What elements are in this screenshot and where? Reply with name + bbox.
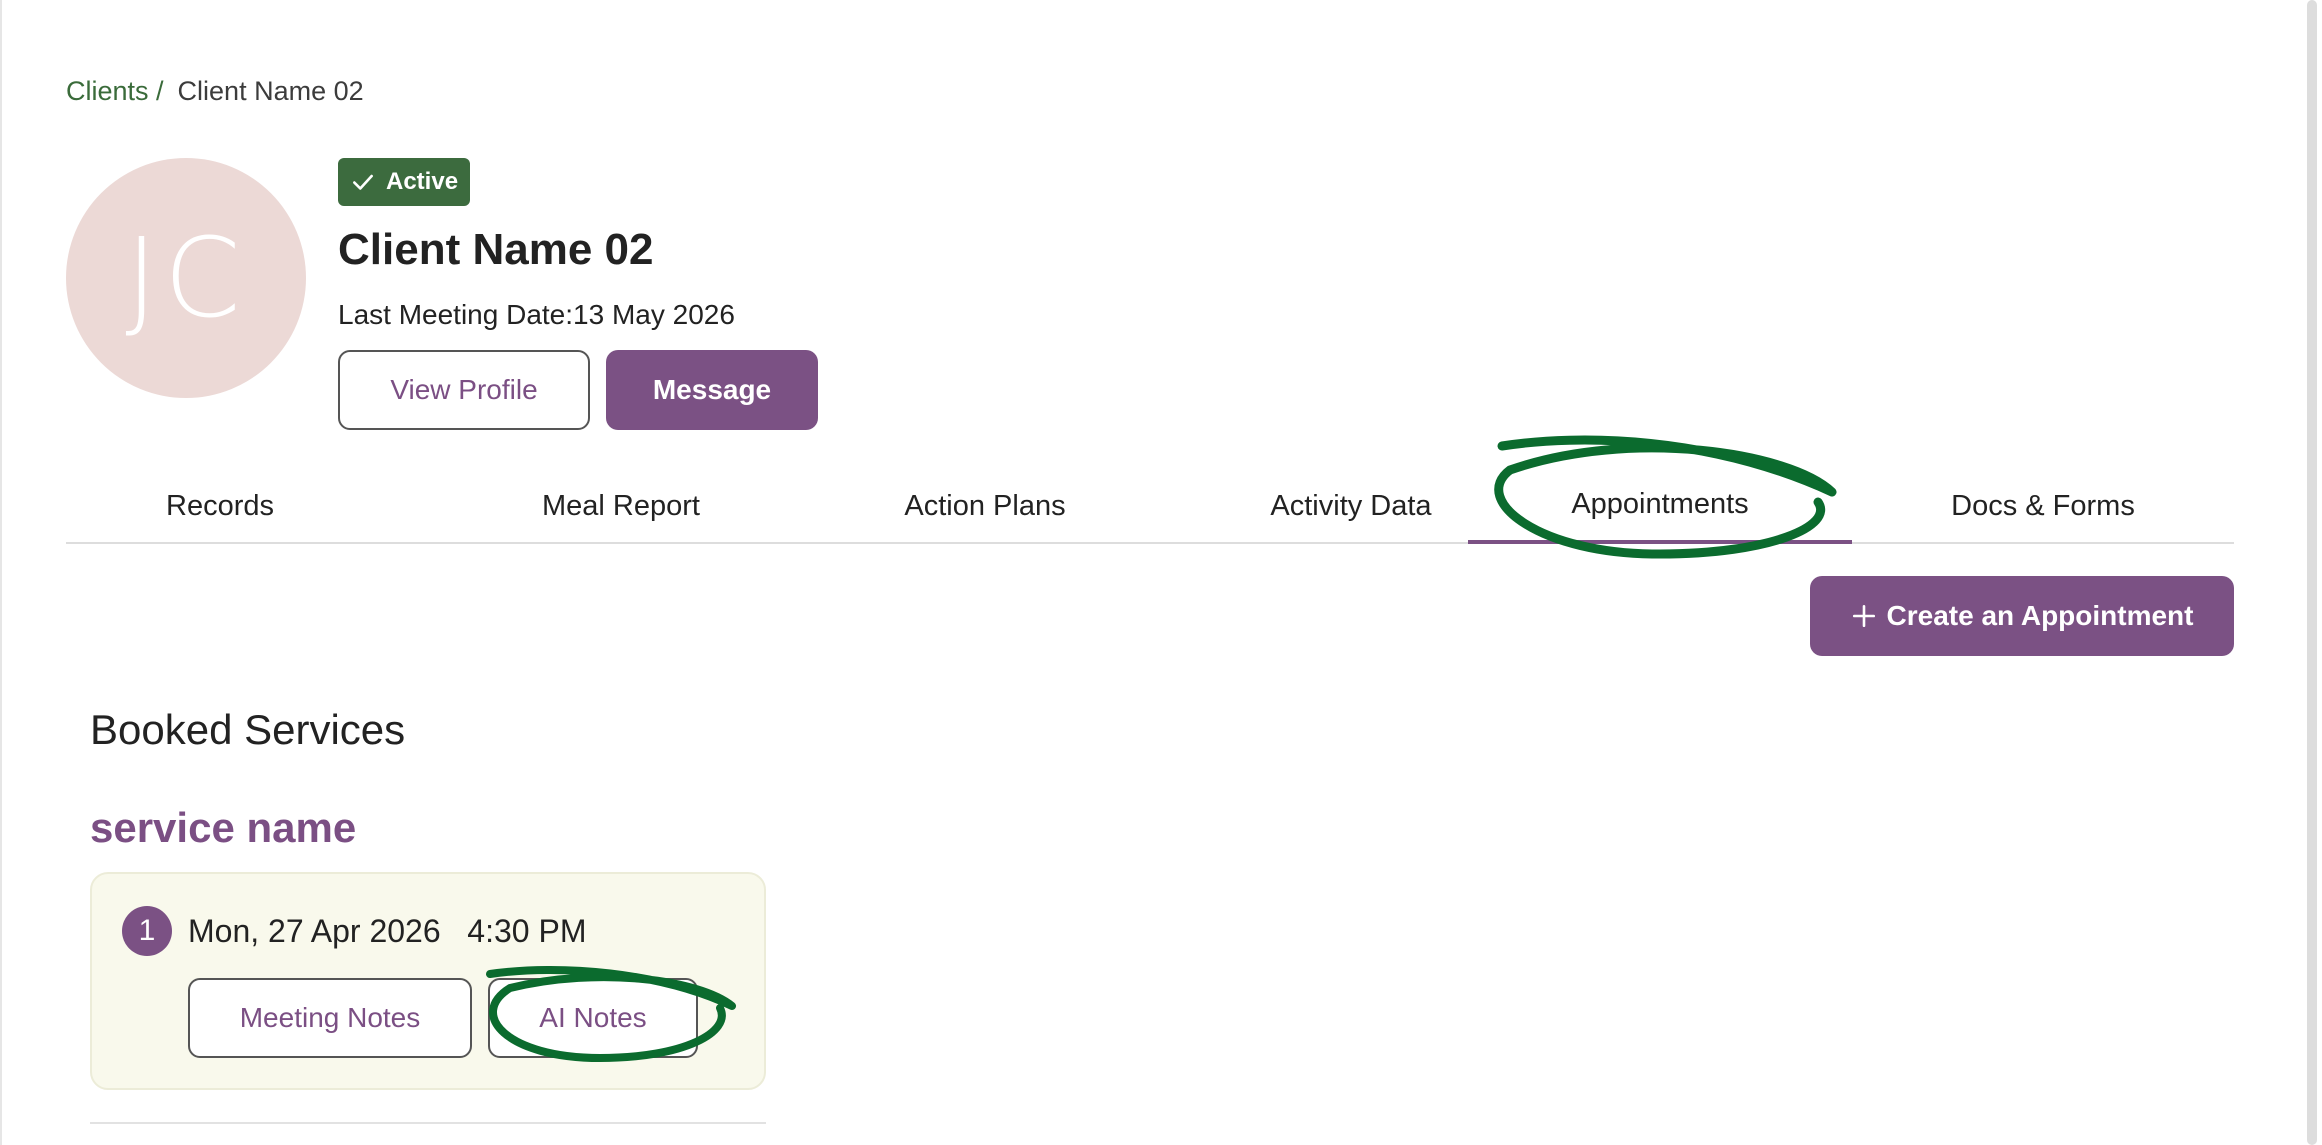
breadcrumb-clients-link[interactable]: Clients / bbox=[66, 72, 164, 110]
meeting-notes-button[interactable]: Meeting Notes bbox=[188, 978, 472, 1058]
meeting-notes-label: Meeting Notes bbox=[239, 1002, 421, 1033]
view-profile-label: View Profile bbox=[390, 374, 538, 405]
tab-appointments[interactable]: Appointments bbox=[1468, 468, 1852, 544]
avatar-initials: JC bbox=[125, 214, 247, 342]
plus-icon bbox=[1852, 604, 1875, 628]
message-label: Message bbox=[652, 374, 772, 405]
appointment-datetime: Mon, 27 Apr 2026 4:30 PM bbox=[188, 913, 587, 949]
appointment-number-badge: 1 bbox=[122, 906, 172, 956]
breadcrumb-current: Client Name 02 bbox=[177, 76, 364, 106]
create-appointment-button[interactable]: Create an Appointment bbox=[1810, 576, 2234, 656]
tab-docs-forms[interactable]: Docs & Forms bbox=[1852, 468, 2234, 544]
card-divider bbox=[90, 1122, 766, 1124]
ai-notes-label: AI Notes bbox=[539, 1002, 647, 1033]
ai-notes-button[interactable]: AI Notes bbox=[488, 978, 698, 1058]
status-badge: Active bbox=[338, 158, 471, 206]
tab-bar: Records Meal Report Action Plans Activit… bbox=[66, 468, 2234, 544]
tab-records[interactable]: Records bbox=[66, 468, 374, 544]
tab-action-plans-label: Action Plans bbox=[904, 489, 1066, 522]
message-button[interactable]: Message bbox=[606, 350, 818, 430]
last-meeting-date: Last Meeting Date:13 May 2026 bbox=[338, 299, 735, 330]
avatar: JC bbox=[66, 158, 306, 398]
tab-action-plans[interactable]: Action Plans bbox=[782, 468, 1188, 544]
tab-appointments-label: Appointments bbox=[1571, 487, 1749, 520]
scrollbar-thumb[interactable] bbox=[2307, 0, 2317, 1145]
booked-services-heading: Booked Services bbox=[90, 706, 406, 753]
breadcrumb: Clients / Client Name 02 bbox=[66, 72, 364, 110]
status-badge-label: Active bbox=[386, 168, 459, 195]
page-left-border bbox=[0, 0, 2, 1145]
tab-activity-data-label: Activity Data bbox=[1270, 489, 1432, 522]
tab-meal-report[interactable]: Meal Report bbox=[424, 468, 818, 544]
create-appointment-label: Create an Appointment bbox=[1886, 600, 2194, 631]
client-name: Client Name 02 bbox=[338, 225, 654, 274]
tab-records-label: Records bbox=[166, 489, 274, 522]
view-profile-button[interactable]: View Profile bbox=[338, 350, 590, 430]
tab-meal-report-label: Meal Report bbox=[542, 489, 700, 522]
service-name-heading: service name bbox=[90, 804, 357, 851]
tab-docs-forms-label: Docs & Forms bbox=[1951, 489, 2135, 522]
check-icon bbox=[353, 174, 373, 190]
